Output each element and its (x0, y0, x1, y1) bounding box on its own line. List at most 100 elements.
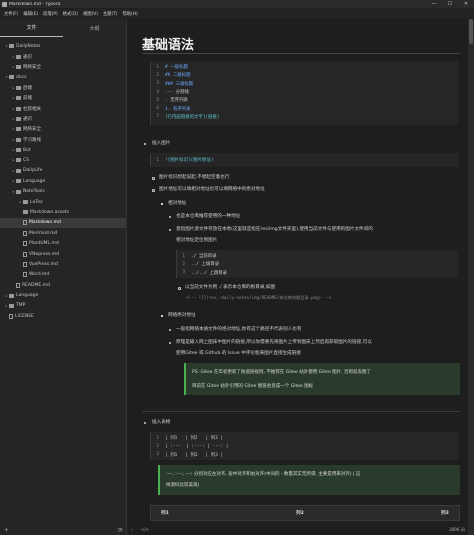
folder-icon (23, 210, 28, 215)
code-text: [行内超链接的文字](链接) (165, 114, 220, 120)
code-line: 3 ../../ 上跳目录 (177, 269, 458, 277)
menu-view[interactable]: 视图(V) (83, 11, 98, 17)
tree-folder[interactable]: ▾ docs (0, 72, 126, 82)
tree-folder[interactable]: ▸ 学习路线 (0, 135, 126, 145)
folder-icon (9, 303, 14, 308)
tree-file[interactable]: README.md (0, 280, 126, 290)
file-icon (23, 272, 27, 278)
editor[interactable]: 基础语法 1 # 一级标题 2 ## 二级标题 3 ### 三级标题 4 --- 分割线 5 - … (128, 19, 468, 535)
line-number: 1 (156, 64, 159, 70)
tree-file[interactable]: PlantUML.md (0, 238, 126, 248)
code-line: 3 ### 三级标题 (151, 80, 458, 88)
menu-paragraph[interactable]: 段落(P) (43, 11, 58, 17)
tree-folder[interactable]: ▸ Language (0, 176, 126, 186)
folder-icon (9, 293, 14, 298)
tree-folder[interactable]: ▸ 前端 (0, 93, 126, 103)
tab-outline[interactable]: 大纲 (63, 20, 126, 37)
line-number: 1 (156, 435, 159, 441)
image-note-2: 图片地址可以填相对地址也可以填网络中的绝对地址 (159, 187, 265, 192)
tree-folder[interactable]: ▸ 通识 (0, 51, 126, 61)
tree-folder[interactable]: Markdown.assets (0, 207, 126, 217)
tree-item-label: 通识 (23, 54, 32, 60)
tree-folder[interactable]: ▸ DailyLife (0, 166, 126, 176)
code-line: 3 | 列1 | 列2 | 列3 | (151, 451, 458, 459)
tree-folder[interactable]: ▸ TMP (0, 301, 126, 311)
minimize-button[interactable]: — (426, 0, 442, 8)
folder-icon (16, 189, 21, 194)
scrollbar-thumb[interactable] (469, 19, 473, 44)
refresh-icon[interactable]: ⟳ (118, 527, 123, 534)
tree-folder[interactable]: ▸ LaTex (0, 197, 126, 207)
line-number: 4 (156, 89, 159, 95)
table-header-col2: 列2 (296, 511, 304, 516)
tree-item-label: 杜跃相关 (23, 106, 41, 112)
tree-item-label: 通识 (23, 116, 32, 122)
tree-folder[interactable]: ▸ CS (0, 155, 126, 165)
bullet-dot (144, 422, 147, 425)
tree-file[interactable]: Word.md (0, 270, 126, 280)
code-line: 2 ../ 上级目录 (177, 260, 458, 268)
line-number: 5 (156, 97, 159, 103)
relative-note-1: 也是本仓库推荐使用的一种地址 (176, 214, 241, 219)
back-arrow-icon[interactable]: ‹ (131, 527, 133, 532)
absolute-note-1: 一般指网络本质文件的绝对地址,你有这个路径不代表别人也有 (176, 327, 302, 332)
line-number: 3 (182, 270, 185, 276)
tree-folder[interactable]: ▾ NoteTools (0, 186, 126, 196)
code-block-directories[interactable]: 1 ./ 当前目录 2 ../ 上级目录 3 ../../ 上跳目录 (176, 250, 458, 278)
tree-folder[interactable]: ▸ Language (0, 290, 126, 300)
code-line: 5 - 无序列表 (151, 96, 458, 104)
close-button[interactable]: ✕ (458, 0, 474, 8)
folder-icon (16, 137, 21, 142)
line-number: 2 (156, 72, 159, 78)
tree-item-label: NoteTools (23, 189, 45, 195)
table-header: 列1 列2 列3 (150, 505, 460, 521)
tree-item-label: README.md (22, 282, 50, 288)
gitee-warning-quote: PS: Gitee 在年初更新了防盗链规则, 不推荐在 Gitee 站外使用 G… (184, 363, 460, 395)
line-number: 1 (156, 157, 159, 163)
tree-folder[interactable]: ▸ 通识 (0, 114, 126, 124)
menu-help[interactable]: 帮助(H) (122, 11, 137, 17)
bullet-dot (144, 143, 147, 146)
tree-item-label: Language (16, 293, 39, 299)
tree-folder[interactable]: ▾ DailyNotes (0, 41, 126, 51)
code-text: --- 分割线 (165, 90, 189, 96)
tree-item-label: TMP (16, 303, 26, 309)
editor-scrollbar[interactable] (468, 19, 474, 535)
code-block-image[interactable]: 1 ![图片标识](图片地址) (150, 153, 458, 167)
menu-file[interactable]: 文件(F) (4, 11, 18, 17)
tree-folder[interactable]: ▸ 杜跃相关 (0, 103, 126, 113)
tree-item-label: 网络安全 (23, 64, 41, 70)
code-text: - 无序列表 (165, 98, 188, 104)
tree-folder[interactable]: ▸ 后端 (0, 83, 126, 93)
code-block-headings[interactable]: 1 # 一级标题 2 ## 二级标题 3 ### 三级标题 4 --- 分割线 5- 无序列表 6… (150, 61, 458, 125)
file-icon (9, 313, 13, 319)
code-block-table[interactable]: 1 | 列1 | 列2 | 列3 | 2 | :--- | :---: | ---: … (150, 432, 458, 460)
line-number: 1 (182, 253, 185, 259)
tree-item-label: LaTex (30, 199, 43, 205)
tree-folder[interactable]: ▸ Bot (0, 145, 126, 155)
line-number: 3 (156, 452, 159, 458)
menu-format[interactable]: 格式(O) (63, 11, 78, 17)
code-text: | 列1 | 列2 | 列3 | (165, 452, 224, 458)
menu-edit[interactable]: 编辑(E) (23, 11, 38, 17)
maximize-button[interactable]: ☐ (442, 0, 458, 8)
file-icon (23, 251, 27, 257)
code-line: 6 1. 有序列表 (151, 104, 458, 112)
tree-file[interactable]: LICENSE (0, 311, 126, 321)
source-mode-icon[interactable]: </> (141, 527, 149, 532)
tree-file[interactable]: Mermaid.md (0, 228, 126, 238)
tree-folder[interactable]: ▸ 网络安全 (0, 124, 126, 134)
tree-folder[interactable]: ▸ 网络安全 (0, 62, 126, 72)
code-text: 1. 有序列表 (165, 106, 191, 112)
tree-file[interactable]: VuePress.md (0, 259, 126, 269)
tree-file[interactable]: Markdown.md (0, 217, 126, 229)
status-bar: ‹ </> 3896 词 (128, 524, 468, 535)
folder-icon (16, 179, 21, 184)
code-line: 2 | :--- | :---: | ---: | (151, 442, 458, 450)
tree-file[interactable]: VNepress.md (0, 249, 126, 259)
file-icon (16, 282, 20, 288)
add-file-button[interactable]: + (4, 527, 9, 534)
absolute-address-heading: 网络绝对地址 (168, 313, 196, 318)
menu-theme[interactable]: 主题(T) (103, 11, 118, 17)
tab-files[interactable]: 文件 (0, 19, 63, 37)
